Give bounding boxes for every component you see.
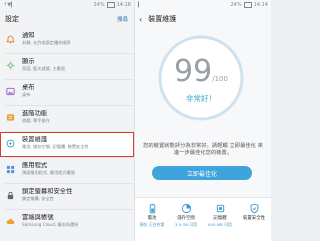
settings-item-text: 通知 封鎖, 允許或設定優先順序 [22,32,130,46]
settings-item-subtitle: 鎖定螢幕, 安全性 [22,196,54,201]
settings-item-text: 桌布 桌布 [22,84,130,98]
category-storage[interactable]: 儲存空間 3.9 GB 可用 [169,198,203,241]
cloud-icon [5,216,15,226]
signal-indicator: ▎ [138,2,142,8]
settings-item-apps[interactable]: 應用程式 預設應用程式, 應用程式權限 [0,158,134,183]
maintenance-header: ‹ 裝置維護 [135,10,271,28]
category-security[interactable]: 裝置安全性 [237,198,271,241]
settings-item-text: 雲端與帳號 Samsung Cloud, 備份與還原 [22,214,130,228]
lock-icon [5,190,15,200]
settings-item-title: 桌布 [22,84,35,91]
page-title: 設定 [5,15,19,23]
battery-icon [146,202,158,214]
settings-item-cloud[interactable]: 雲端與帳號 Samsung Cloud, 備份與還原 [0,210,134,235]
settings-item-subtitle: 亮度, 藍光濾鏡, 主畫面 [22,66,66,71]
score-container: 99/100 非常好！ [157,34,245,122]
status-icons: 24% 14:16 [93,2,131,8]
settings-item-wallpaper[interactable]: 桌布 桌布 [0,80,134,105]
settings-item-title: 裝置維護 [22,136,48,143]
status-bar: ▎ 24% 14:14 [135,0,271,10]
settings-item-subtitle: 封鎖, 允許或設定優先順序 [22,40,71,45]
device-maintenance-panel: ▎ 24% 14:14 ‹ 裝置維護 99/100 非常好！ 您的裝置狀態評分為… [135,0,271,241]
settings-item-text: 顯示 亮度, 藍光濾鏡, 主畫面 [22,58,130,72]
settings-item-display[interactable]: 顯示 亮度, 藍光濾鏡, 主畫面 [0,54,134,79]
security-icon [248,202,260,214]
score-verdict: 非常好！ [186,94,216,103]
display-icon [5,60,15,70]
status-bar: ↑▼▎ 24% 14:16 [0,0,134,10]
settings-item-subtitle: 桌布 [22,92,31,97]
back-arrow-icon[interactable]: ‹ [139,15,142,24]
category-label: 裝置安全性 [243,216,265,221]
settings-item-text: 鎖定螢幕和安全性 鎖定螢幕, 安全性 [22,188,130,202]
optimize-now-button[interactable]: 立即最佳化 [152,166,252,180]
category-status: 預計 正在充電 [139,222,165,227]
score-value: 99 [174,54,213,89]
signal-indicator: ↑▼▎ [3,2,15,8]
score-max: /100 [212,75,228,83]
settings-item-device-maintenance[interactable]: 裝置維護 電池, 儲存空間, 記憶體, 裝置安全性 [0,132,134,157]
battery-icon [243,2,252,8]
category-status: 3.9 GB 可用 [174,222,198,227]
clock: 14:14 [253,2,268,8]
settings-item-text: 裝置維護 電池, 儲存空間, 記憶體, 裝置安全性 [22,136,130,150]
settings-item-bell[interactable]: 通知 封鎖, 允許或設定優先順序 [0,28,134,53]
battery-percent: 24% [230,2,242,8]
score-display: 99/100 [157,54,245,89]
category-memory[interactable]: 記憶體 645 MB 可用 [203,198,237,241]
advanced-features-icon [5,112,15,122]
status-icons: 24% 14:14 [230,2,268,8]
category-battery[interactable]: 電池 預計 正在充電 [135,198,169,241]
category-status: 645 MB 可用 [208,222,232,227]
maintenance-categories: 電池 預計 正在充電 儲存空間 3.9 GB 可用 記憶體 645 MB 可用 裝置安全性 [135,197,271,241]
settings-item-title: 鎖定螢幕和安全性 [22,188,73,195]
settings-item-lock[interactable]: 鎖定螢幕和安全性 鎖定螢幕, 安全性 [0,184,134,209]
settings-item-title: 顯示 [22,58,35,65]
settings-list: 通知 封鎖, 允許或設定優先順序 顯示 亮度, 藍光濾鏡, 主畫面 桌布 桌布 進階功能 遊戲… [0,28,134,235]
settings-item-title: 進階功能 [22,110,48,117]
settings-item-title: 應用程式 [22,162,48,169]
apps-icon [5,164,15,174]
settings-panel: ↑▼▎ 24% 14:16 設定 搜尋 通知 封鎖, 允許或設定優先順序 顯示 亮度,… [0,0,135,241]
settings-item-subtitle: 預設應用程式, 應用程式權限 [22,170,75,175]
battery-percent: 24% [93,2,105,8]
settings-item-text: 應用程式 預設應用程式, 應用程式權限 [22,162,130,176]
settings-item-text: 進階功能 遊戲, 單手操作 [22,110,130,124]
settings-header: 設定 搜尋 [0,10,134,28]
memory-icon [214,202,226,214]
clock: 14:16 [116,2,131,8]
status-description: 您的裝置狀態評分為非常好。請輕觸 立即最佳化 來進一步最佳化您的裝置。 [143,143,263,156]
storage-icon [180,202,192,214]
settings-item-subtitle: 電池, 儲存空間, 記憶體, 裝置安全性 [22,144,89,149]
settings-item-title: 雲端與帳號 [22,214,54,221]
search-button[interactable]: 搜尋 [117,15,128,23]
battery-icon [106,2,115,8]
settings-item-title: 通知 [22,32,35,39]
page-title: 裝置維護 [148,15,177,23]
settings-item-subtitle: Samsung Cloud, 備份與還原 [22,222,79,227]
settings-item-advanced-features[interactable]: 進階功能 遊戲, 單手操作 [0,106,134,131]
device-maintenance-icon [5,138,15,148]
wallpaper-icon [5,86,15,96]
bell-icon [5,34,15,44]
settings-item-subtitle: 遊戲, 單手操作 [22,118,50,123]
